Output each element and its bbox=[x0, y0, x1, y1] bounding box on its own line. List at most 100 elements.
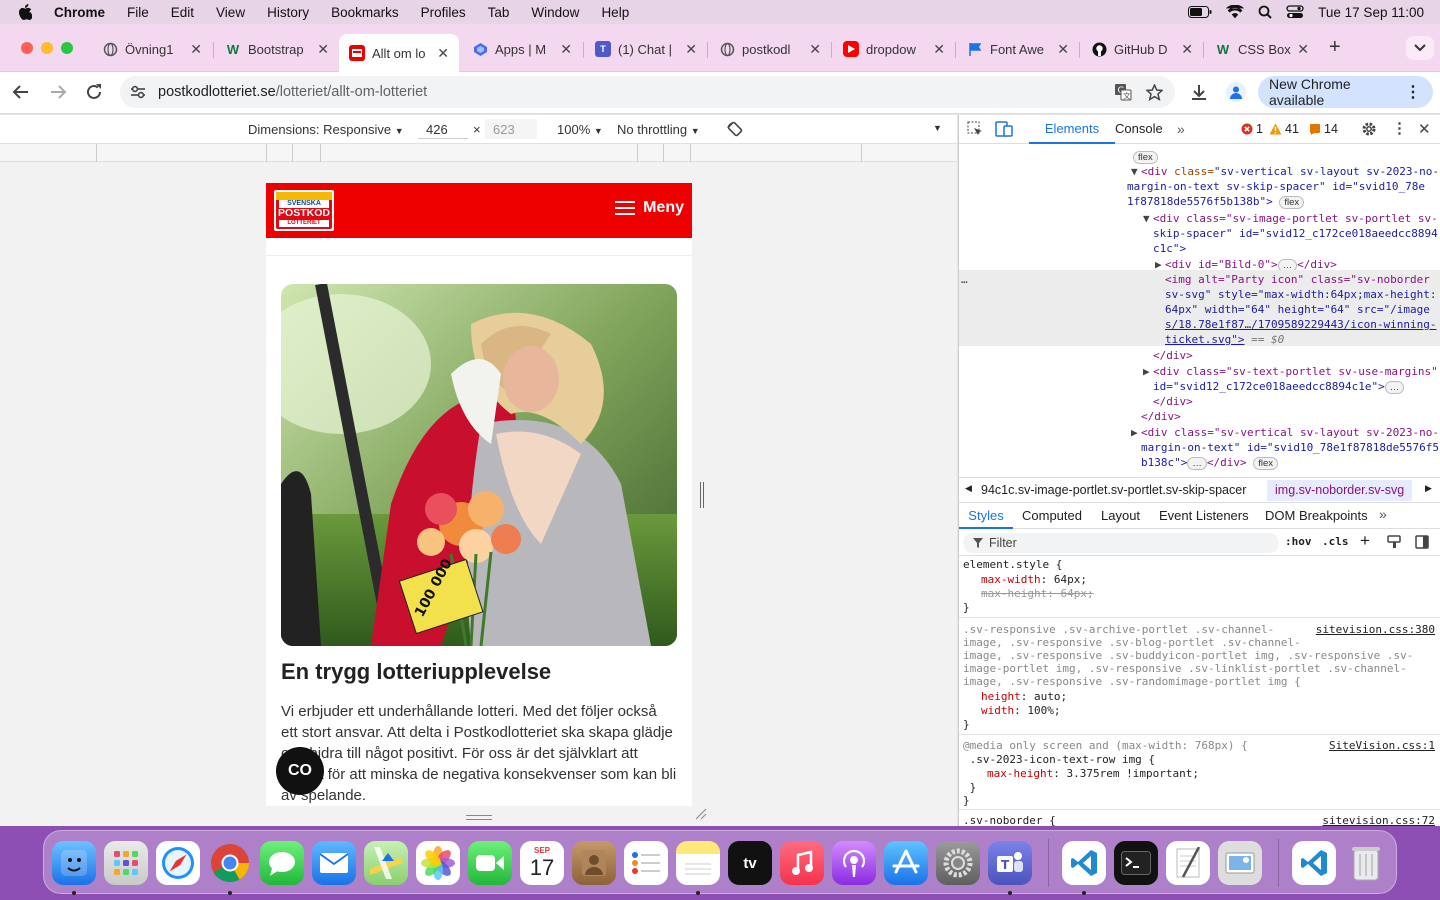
tab-close-icon[interactable]: ✕ bbox=[933, 41, 945, 58]
mail-icon[interactable] bbox=[312, 841, 356, 885]
app-store-icon[interactable] bbox=[884, 841, 928, 885]
forward-arrow-icon[interactable] bbox=[49, 83, 67, 101]
vscode-icon[interactable] bbox=[1062, 841, 1106, 885]
vscode-window-icon[interactable] bbox=[1292, 841, 1336, 885]
tab-close-icon[interactable]: ✕ bbox=[560, 41, 572, 58]
apple-icon[interactable] bbox=[0, 4, 43, 20]
css-declaration[interactable]: max-height: 3.375rem !important; bbox=[987, 767, 1199, 781]
flex-badge[interactable]: flex bbox=[1133, 151, 1158, 164]
safari-icon[interactable] bbox=[156, 841, 200, 885]
img-src-link[interactable]: s/18.78e1f87…/1709589229443/icon-winning… bbox=[1165, 317, 1437, 332]
dom-line[interactable]: </div> bbox=[1153, 348, 1193, 363]
menubar-history[interactable]: History bbox=[256, 5, 320, 20]
media-query-bar[interactable] bbox=[0, 144, 957, 162]
facetime-icon[interactable] bbox=[468, 841, 512, 885]
dom-line-selected[interactable]: <img alt="Party icon" class="sv-noborder bbox=[1165, 272, 1430, 287]
subtab-computed[interactable]: Computed bbox=[1022, 503, 1082, 528]
stylesheet-link[interactable]: sitevision.css:72 bbox=[1322, 814, 1435, 826]
tab-close-icon[interactable]: ✕ bbox=[437, 45, 449, 62]
dom-line[interactable]: margin-on-text sv-skip-spacer" id="svid1… bbox=[1127, 179, 1425, 194]
launchpad-icon[interactable] bbox=[104, 841, 148, 885]
tab-close-icon[interactable]: ✕ bbox=[1057, 41, 1069, 58]
tab-close-icon[interactable]: ✕ bbox=[809, 41, 821, 58]
dom-line[interactable]: <div class="sv-text-portlet sv-use-margi… bbox=[1153, 364, 1438, 379]
new-chrome-available-button[interactable]: New Chrome available ⋮ bbox=[1258, 76, 1433, 108]
warning-count[interactable]: 41 bbox=[1269, 122, 1299, 136]
menubar-help[interactable]: Help bbox=[590, 5, 640, 20]
notes-icon[interactable] bbox=[676, 841, 720, 885]
textedit-icon[interactable] bbox=[1166, 841, 1210, 885]
back-arrow-icon[interactable] bbox=[12, 83, 30, 101]
close-window-button[interactable] bbox=[21, 42, 33, 54]
dom-line-selected[interactable]: 64px" width="64" height="64" src="/image bbox=[1165, 302, 1430, 317]
preview-icon[interactable] bbox=[1218, 841, 1262, 885]
new-tab-plus-icon[interactable]: + bbox=[1329, 36, 1341, 59]
menubar-app-name[interactable]: Chrome bbox=[43, 5, 116, 20]
menubar-window[interactable]: Window bbox=[520, 5, 590, 20]
wifi-icon[interactable] bbox=[1226, 5, 1245, 19]
menubar-bookmarks[interactable]: Bookmarks bbox=[320, 5, 410, 20]
dom-line[interactable]: id="svid12_c172ce018aeedcc8894c1e">… bbox=[1153, 379, 1405, 394]
tab-postkodl[interactable]: postkodl ✕ bbox=[709, 34, 831, 64]
error-count[interactable]: 1 bbox=[1241, 122, 1263, 136]
dom-line-selected[interactable]: ticket.svg"> == $0 bbox=[1165, 332, 1284, 347]
subtab-dom-breakpoints[interactable]: DOM Breakpoints bbox=[1265, 503, 1368, 528]
expand-triangle-icon[interactable]: ▼ bbox=[1143, 211, 1150, 226]
terminal-icon[interactable] bbox=[1114, 841, 1158, 885]
device-toolbar-toggle-icon[interactable] bbox=[995, 121, 1013, 137]
dom-line[interactable]: b138c">… </div> flex bbox=[1141, 455, 1279, 470]
flex-badge[interactable]: flex bbox=[1279, 196, 1305, 209]
tab-apps[interactable]: Apps | M ✕ bbox=[462, 34, 582, 64]
photos-icon[interactable] bbox=[416, 841, 460, 885]
menubar-profiles[interactable]: Profiles bbox=[410, 5, 477, 20]
collapsed-triangle-icon[interactable]: ▶ bbox=[1131, 425, 1138, 440]
css-declaration[interactable]: width: 100%; bbox=[981, 704, 1061, 718]
microsoft-teams-icon[interactable]: T bbox=[988, 841, 1032, 885]
dom-line[interactable]: 1f87818de5576f5b138b"> flex bbox=[1127, 194, 1305, 209]
finder-icon[interactable] bbox=[52, 841, 96, 885]
more-subtabs-icon[interactable]: » bbox=[1379, 506, 1387, 522]
width-input[interactable]: 426 bbox=[418, 119, 468, 139]
subtab-event-listeners[interactable]: Event Listeners bbox=[1159, 503, 1249, 528]
chat-button[interactable]: CO bbox=[276, 747, 324, 795]
dom-line[interactable]: skip-spacer" id="svid12_c172ce018aeedcc8… bbox=[1153, 226, 1438, 241]
breadcrumb-right-arrow-icon[interactable]: ▶ bbox=[1425, 483, 1432, 494]
ellipsis-badge[interactable]: … bbox=[1384, 381, 1405, 394]
breadcrumb-left-arrow-icon[interactable]: ◀ bbox=[965, 483, 972, 494]
inspect-element-icon[interactable] bbox=[967, 121, 983, 137]
chrome-icon[interactable] bbox=[208, 841, 252, 885]
dom-line[interactable]: <div class="sv-vertical sv-layout sv-202… bbox=[1141, 425, 1439, 440]
zoom-dropdown[interactable]: 100% ▼ bbox=[557, 122, 603, 137]
apple-tv-icon[interactable]: tv bbox=[728, 841, 772, 885]
issues-count[interactable]: 14 bbox=[1309, 122, 1338, 136]
resize-handle-corner-icon[interactable] bbox=[695, 808, 707, 820]
spotlight-search-icon[interactable] bbox=[1258, 5, 1272, 19]
kebab-menu-icon[interactable]: ⋮ bbox=[1405, 82, 1421, 102]
dom-line[interactable]: margin-on-text" id="svid10_78e1f87818de5… bbox=[1141, 440, 1439, 455]
device-toolbar-more-chevron-down-icon[interactable]: ▼ bbox=[933, 123, 942, 133]
throttling-dropdown[interactable]: No throttling ▼ bbox=[617, 122, 700, 137]
toggle-sidebar-icon[interactable] bbox=[1415, 535, 1429, 549]
rotate-icon[interactable] bbox=[726, 120, 744, 138]
music-icon[interactable] bbox=[780, 841, 824, 885]
menubar-clock[interactable]: Tue 17 Sep 11:00 bbox=[1318, 5, 1424, 20]
tab-bootstrap[interactable]: W Bootstrap ✕ bbox=[215, 34, 339, 64]
tab-dropdown[interactable]: dropdow ✕ bbox=[833, 34, 955, 64]
css-declaration[interactable]: max-width: 64px; bbox=[981, 573, 1087, 587]
breadcrumb-item-selected[interactable]: img.sv-noborder.sv-svg bbox=[1267, 480, 1413, 501]
tab-close-icon[interactable]: ✕ bbox=[1181, 41, 1193, 58]
tab-allt-om-lotteriet[interactable]: Allt om lo ✕ bbox=[339, 34, 459, 72]
address-bar[interactable]: postkodlotteriet.se/lotteriet/allt-om-lo… bbox=[120, 76, 1175, 108]
system-settings-icon[interactable] bbox=[936, 841, 980, 885]
messages-icon[interactable] bbox=[260, 841, 304, 885]
menubar-tab[interactable]: Tab bbox=[477, 5, 521, 20]
maps-icon[interactable] bbox=[364, 841, 408, 885]
css-declaration-overridden[interactable]: max-height: 64px; bbox=[981, 587, 1094, 601]
dom-line[interactable]: c1c"> bbox=[1153, 241, 1186, 256]
control-center-icon[interactable] bbox=[1286, 5, 1304, 19]
menubar-file[interactable]: File bbox=[116, 5, 160, 20]
ellipsis-badge[interactable]: … bbox=[1187, 457, 1207, 470]
profile-avatar-icon[interactable] bbox=[1226, 82, 1246, 102]
battery-icon[interactable] bbox=[1188, 6, 1212, 18]
dom-line[interactable]: <div class="sv-vertical sv-layout sv-202… bbox=[1141, 164, 1439, 179]
